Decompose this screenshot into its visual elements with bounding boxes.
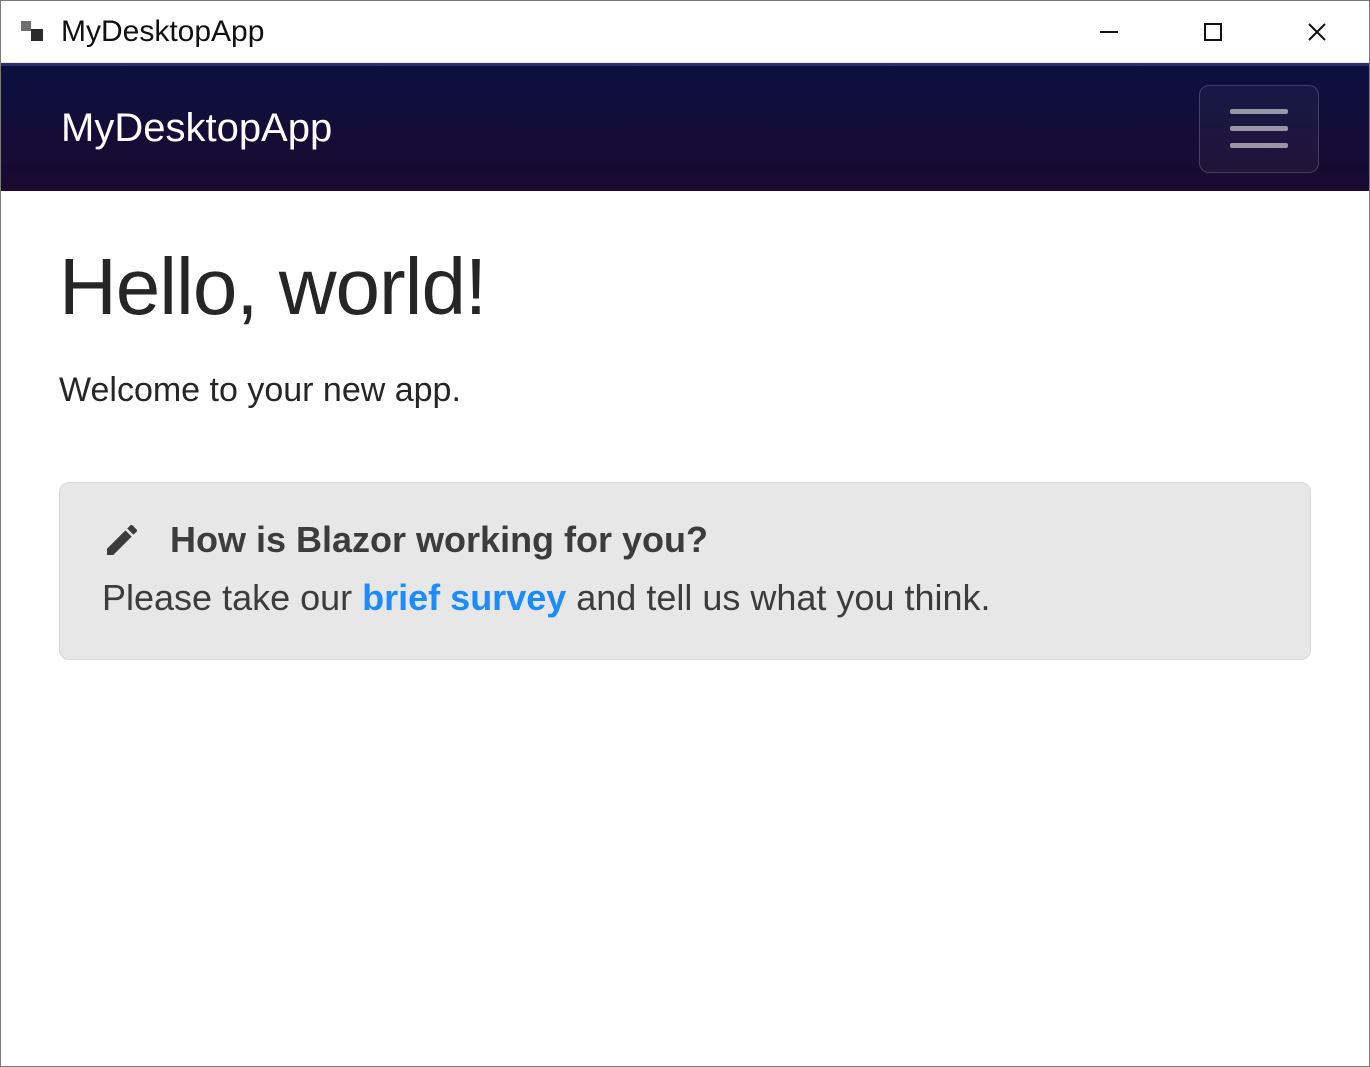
close-icon xyxy=(1306,21,1328,43)
page-subtext: Welcome to your new app. xyxy=(59,371,1311,410)
pencil-icon xyxy=(102,520,142,560)
survey-link[interactable]: brief survey xyxy=(362,577,566,618)
navbar-brand[interactable]: MyDesktopApp xyxy=(61,106,332,151)
survey-text: Please take our brief survey and tell us… xyxy=(102,577,1268,619)
app-window: MyDesktopApp MyDesktopApp xyxy=(0,0,1370,1067)
app-icon xyxy=(19,18,47,46)
minimize-icon xyxy=(1098,21,1120,43)
survey-text-after: and tell us what you think. xyxy=(566,577,990,618)
close-button[interactable] xyxy=(1265,1,1369,62)
survey-prompt: How is Blazor working for you? Please ta… xyxy=(59,482,1311,660)
navbar: MyDesktopApp xyxy=(1,63,1369,191)
hamburger-icon xyxy=(1230,109,1288,148)
survey-text-before: Please take our xyxy=(102,577,362,618)
survey-heading-row: How is Blazor working for you? xyxy=(102,519,1268,561)
main-content: Hello, world! Welcome to your new app. H… xyxy=(1,191,1369,1066)
maximize-button[interactable] xyxy=(1161,1,1265,62)
survey-title: How is Blazor working for you? xyxy=(170,519,708,561)
maximize-icon xyxy=(1202,21,1224,43)
window-title: MyDesktopApp xyxy=(61,15,1057,49)
minimize-button[interactable] xyxy=(1057,1,1161,62)
titlebar: MyDesktopApp xyxy=(1,1,1369,63)
navbar-toggler[interactable] xyxy=(1199,85,1319,173)
page-heading: Hello, world! xyxy=(59,241,1311,333)
window-controls xyxy=(1057,1,1369,62)
